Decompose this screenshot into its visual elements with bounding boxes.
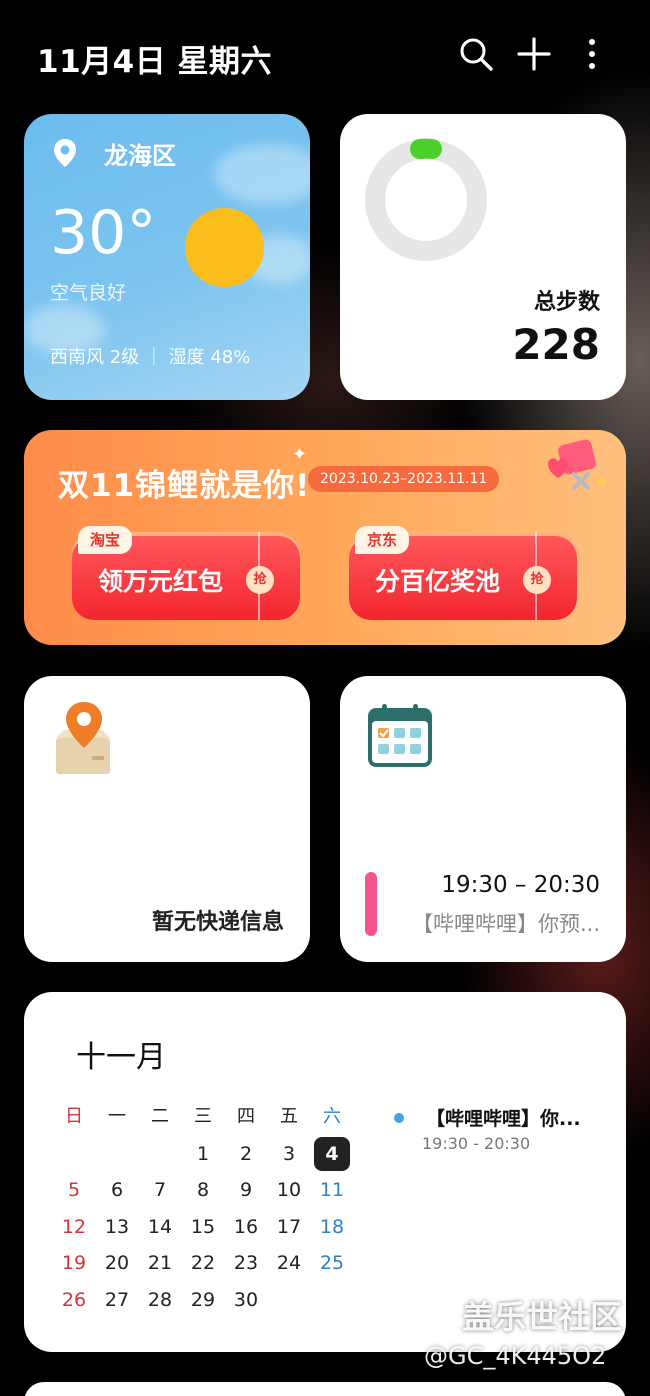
- date-title: 11月4日 星期六: [37, 44, 273, 80]
- calendar-event-title[interactable]: 【哔哩哔哩】你...: [426, 1104, 581, 1131]
- calendar-day[interactable]: 15: [185, 1210, 221, 1244]
- event-time: 19:30 – 20:30: [441, 872, 600, 898]
- event-title: 【哔哩哔哩】你预...: [411, 912, 600, 936]
- banner-dates: 2023.10.23–2023.11.11: [308, 466, 500, 492]
- calendar-app-icon: [368, 704, 432, 767]
- calendar-day[interactable]: 20: [99, 1246, 135, 1280]
- step-progress-ring: [365, 138, 487, 261]
- jd-tag: 京东: [355, 526, 410, 554]
- add-icon[interactable]: [516, 36, 552, 72]
- calendar-day[interactable]: 7: [142, 1173, 178, 1207]
- calendar-day[interactable]: 10: [271, 1173, 307, 1207]
- calendar-event-time: 19:30 - 20:30: [422, 1134, 531, 1153]
- calendar-day[interactable]: 6: [99, 1173, 135, 1207]
- calendar-day[interactable]: 9: [228, 1173, 264, 1207]
- calendar-day[interactable]: 24: [271, 1246, 307, 1280]
- calendar-day[interactable]: 8: [185, 1173, 221, 1207]
- promo-banner[interactable]: 双11锦鲤就是你! ✦ 2023.10.23–2023.11.11 淘宝 领万元…: [24, 430, 626, 645]
- next-widget-peek[interactable]: [24, 1382, 626, 1396]
- calendar-day[interactable]: 30: [228, 1283, 264, 1317]
- calendar-day[interactable]: 1: [185, 1137, 221, 1171]
- calendar-day[interactable]: 14: [142, 1210, 178, 1244]
- jd-prize-pool-button[interactable]: 京东 分百亿奖池 抢: [349, 526, 577, 620]
- calendar-day[interactable]: 22: [185, 1246, 221, 1280]
- calendar-day[interactable]: 29: [185, 1283, 221, 1317]
- taobao-button-label: 领万元红包: [98, 567, 224, 596]
- event-dot: [394, 1113, 404, 1123]
- calendar-day[interactable]: 25: [314, 1246, 350, 1280]
- calendar-day[interactable]: 2: [228, 1137, 264, 1171]
- weather-temperature: 30°: [50, 198, 157, 268]
- weekday-header: 一: [108, 1106, 126, 1127]
- weather-widget[interactable]: 龙海区 30° 空气良好 西南风 2级 ｜ 湿度 48%: [24, 114, 310, 400]
- express-status-text: 暂无快递信息: [151, 910, 284, 935]
- calendar-day[interactable]: 5: [56, 1173, 92, 1207]
- sun-icon: [185, 208, 264, 287]
- air-quality-label: 空气良好: [50, 282, 127, 304]
- weekday-header: 日: [65, 1106, 83, 1127]
- header: 11月4日 星期六: [0, 0, 650, 110]
- calendar-day[interactable]: 17: [271, 1210, 307, 1244]
- calendar-day[interactable]: 27: [99, 1283, 135, 1317]
- watermark-brand: 盖乐世社区: [462, 1298, 623, 1336]
- calendar-day[interactable]: 12: [56, 1210, 92, 1244]
- weekday-header: 三: [194, 1106, 212, 1127]
- weekday-header: 六: [323, 1106, 341, 1127]
- weather-location: 龙海区: [104, 142, 176, 170]
- calendar-day[interactable]: 19: [56, 1246, 92, 1280]
- more-options-icon[interactable]: [574, 36, 610, 72]
- weekday-header: 四: [237, 1106, 255, 1127]
- search-icon[interactable]: [458, 36, 494, 72]
- grab-badge: 抢: [246, 566, 274, 594]
- grab-badge: 抢: [523, 566, 551, 594]
- steps-value: 228: [512, 320, 600, 369]
- calendar-day[interactable]: 11: [314, 1173, 350, 1207]
- banner-title: 双11锦鲤就是你!: [58, 468, 311, 504]
- step-counter-widget[interactable]: 总步数 228: [340, 114, 626, 400]
- cloud-decoration: [214, 144, 310, 204]
- calendar-month: 十一月: [76, 1040, 166, 1075]
- taobao-tag: 淘宝: [78, 526, 133, 554]
- jd-button-label: 分百亿奖池: [375, 567, 501, 596]
- calendar-day[interactable]: 13: [99, 1210, 135, 1244]
- calendar-day[interactable]: 26: [56, 1283, 92, 1317]
- calendar-day[interactable]: 23: [228, 1246, 264, 1280]
- calendar-day[interactable]: 3: [271, 1137, 307, 1171]
- express-tracking-widget[interactable]: 暂无快递信息: [24, 676, 310, 962]
- calendar-day[interactable]: 18: [314, 1210, 350, 1244]
- calendar-day[interactable]: 28: [142, 1283, 178, 1317]
- calendar-day-today[interactable]: 4: [314, 1137, 350, 1171]
- wind-humidity-label: 西南风 2级 ｜ 湿度 48%: [50, 347, 251, 368]
- location-pin-icon: [54, 139, 76, 167]
- weekday-header: 二: [151, 1106, 169, 1127]
- sparkle-icon: ✦: [292, 444, 308, 465]
- watermark-handle: @GC_4K445O2: [424, 1342, 607, 1370]
- calendar-day[interactable]: 21: [142, 1246, 178, 1280]
- steps-label: 总步数: [533, 290, 600, 315]
- weekday-header: 五: [280, 1106, 298, 1127]
- taobao-red-packet-button[interactable]: 淘宝 领万元红包 抢: [72, 526, 300, 620]
- gift-decoration-icon: [548, 439, 606, 490]
- event-color-bar: [365, 872, 377, 936]
- schedule-widget[interactable]: 19:30 – 20:30 【哔哩哔哩】你预...: [340, 676, 626, 962]
- calendar-day[interactable]: 16: [228, 1210, 264, 1244]
- package-location-icon: [56, 702, 110, 774]
